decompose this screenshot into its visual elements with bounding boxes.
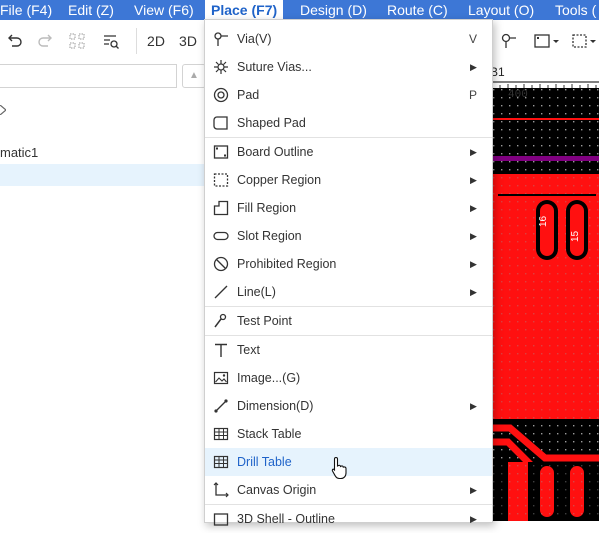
menu-item-text[interactable]: Text <box>205 336 492 364</box>
place-menu-dropdown: Via(V) V Suture Vias... ▶ Pad P Shaped P… <box>204 19 493 526</box>
menu-file[interactable]: File (F4) <box>0 0 52 20</box>
menu-route[interactable]: Route (C) <box>387 0 448 20</box>
board-outline-icon <box>213 145 229 159</box>
table-icon <box>213 427 229 441</box>
menu-item-label: Copper Region <box>237 173 322 187</box>
menu-item-label: Dimension(D) <box>237 399 314 413</box>
menu-item-label: Prohibited Region <box>237 257 337 271</box>
menu-item-label: Board Outline <box>237 145 314 159</box>
hand-cursor-icon <box>331 456 347 480</box>
submenu-arrow-icon: ▶ <box>470 259 477 269</box>
line-icon <box>214 285 228 299</box>
submenu-arrow-icon: ▶ <box>470 485 477 495</box>
menu-edit[interactable]: Edit (Z) <box>68 0 114 20</box>
text-icon <box>215 343 227 357</box>
table-icon <box>213 455 229 469</box>
menu-item-label: Test Point <box>237 314 292 328</box>
test-point-icon <box>214 313 227 328</box>
menu-item-label: Pad <box>237 88 260 102</box>
grid-select-icon[interactable] <box>66 30 88 52</box>
menu-item-label: Suture Vias... <box>237 60 312 74</box>
submenu-arrow-icon: ▶ <box>470 514 477 524</box>
shaped-pad-icon <box>213 116 228 130</box>
menu-item-shaped-pad[interactable]: Shaped Pad <box>205 109 492 137</box>
menu-item-3d-shell-outline[interactable]: 3D Shell - Outline ▶ <box>205 505 492 533</box>
submenu-arrow-icon: ▶ <box>470 203 477 213</box>
menu-item-label: Stack Table <box>237 427 302 441</box>
menu-item-image[interactable]: Image...(G) <box>205 364 492 392</box>
menu-item-dimension[interactable]: Dimension(D) ▶ <box>205 392 492 420</box>
tree-item-selected[interactable] <box>0 164 205 186</box>
suture-vias-icon <box>214 60 228 74</box>
submenu-arrow-icon: ▶ <box>470 147 477 157</box>
prohibited-icon <box>213 256 229 272</box>
menu-item-fill-region[interactable]: Fill Region ▶ <box>205 194 492 222</box>
menu-item-label: Text <box>237 343 260 357</box>
menu-item-suture-vias[interactable]: Suture Vias... ▶ <box>205 53 492 81</box>
menu-item-label: Line(L) <box>237 285 276 299</box>
menu-item-label: Slot Region <box>237 229 302 243</box>
view-3d-button[interactable]: 3D <box>176 30 200 52</box>
view-2d-button[interactable]: 2D <box>144 30 168 52</box>
tree-item-partial[interactable] <box>0 100 7 122</box>
via-tool-icon[interactable] <box>500 30 518 52</box>
ruler-label: 400 <box>508 89 528 101</box>
menu-item-label: Via(V) <box>237 32 272 46</box>
undo-icon[interactable] <box>4 30 26 52</box>
menu-item-line[interactable]: Line(L) ▶ <box>205 278 492 306</box>
menu-item-board-outline[interactable]: Board Outline ▶ <box>205 138 492 166</box>
menu-layout[interactable]: Layout (O) <box>468 0 534 20</box>
menu-item-pad[interactable]: Pad P <box>205 81 492 109</box>
submenu-arrow-icon: ▶ <box>470 401 477 411</box>
submenu-arrow-icon: ▶ <box>470 175 477 185</box>
search-up-icon[interactable]: ▲ <box>182 64 206 88</box>
menu-item-prohibited-region[interactable]: Prohibited Region ▶ <box>205 250 492 278</box>
pad-icon <box>213 87 229 103</box>
menu-item-shortcut: P <box>469 88 478 102</box>
tree-item-schematic[interactable]: matic1 <box>0 142 38 164</box>
search-input[interactable] <box>0 64 177 88</box>
pcb-canvas[interactable]: B1 400 16 15 <box>490 62 599 521</box>
pad-label-15: 15 <box>570 230 581 242</box>
menu-tools[interactable]: Tools ( <box>555 0 596 20</box>
menu-item-copper-region[interactable]: Copper Region ▶ <box>205 166 492 194</box>
3d-shell-icon <box>213 513 229 526</box>
zoom-list-icon[interactable] <box>100 30 122 52</box>
copper-region-icon <box>213 173 229 187</box>
menu-item-canvas-origin[interactable]: Canvas Origin ▶ <box>205 476 492 504</box>
menu-item-label: Fill Region <box>237 201 297 215</box>
menu-item-slot-region[interactable]: Slot Region ▶ <box>205 222 492 250</box>
submenu-arrow-icon: ▶ <box>470 287 477 297</box>
fill-region-icon <box>213 200 229 216</box>
redo-icon[interactable] <box>34 30 56 52</box>
via-icon <box>214 32 228 46</box>
menu-item-test-point[interactable]: Test Point <box>205 307 492 335</box>
menu-item-label: Shaped Pad <box>237 116 306 130</box>
board-outline-dropdown-icon[interactable] <box>532 30 562 52</box>
menu-item-via[interactable]: Via(V) V <box>205 25 492 53</box>
menu-item-label: Canvas Origin <box>237 483 317 497</box>
menu-item-shortcut: V <box>469 32 478 46</box>
canvas-origin-icon <box>213 482 229 498</box>
menu-place[interactable]: Place (F7) <box>205 0 284 20</box>
slot-region-icon <box>213 231 229 241</box>
menu-item-label: Drill Table <box>237 455 292 469</box>
dimension-icon <box>214 399 228 413</box>
left-panel: ▲ matic1 <box>0 62 207 521</box>
region-dropdown-icon[interactable] <box>570 30 599 52</box>
menu-item-label: 3D Shell - Outline <box>237 512 335 526</box>
submenu-arrow-icon: ▶ <box>470 231 477 241</box>
pad-label-16: 16 <box>538 215 549 227</box>
toolbar-divider <box>136 28 137 54</box>
submenu-arrow-icon: ▶ <box>470 62 477 72</box>
image-icon <box>213 371 229 385</box>
menu-bar: File (F4) Edit (Z) View (F6) Place (F7) … <box>0 0 599 20</box>
menu-item-stack-table[interactable]: Stack Table <box>205 420 492 448</box>
menu-view[interactable]: View (F6) <box>134 0 194 20</box>
menu-design[interactable]: Design (D) <box>300 0 367 20</box>
menu-item-label: Image...(G) <box>237 371 301 385</box>
